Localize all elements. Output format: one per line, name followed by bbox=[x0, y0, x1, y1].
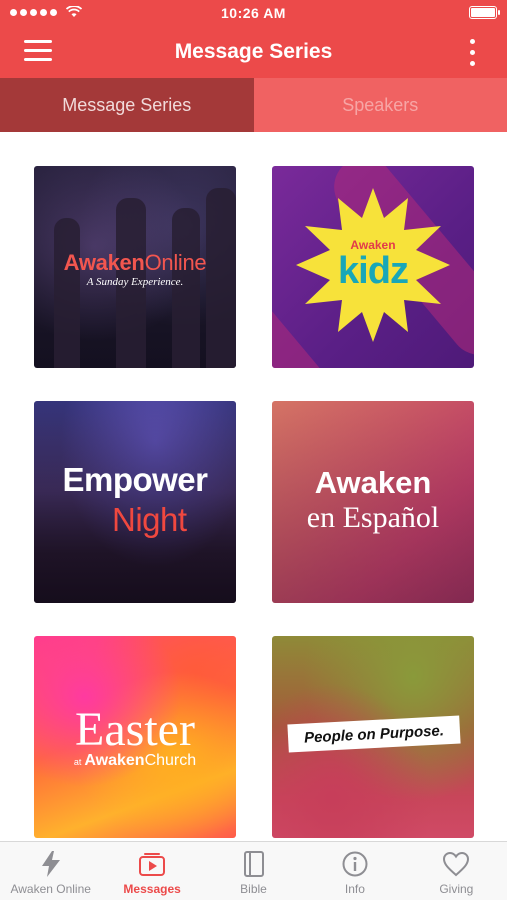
series-title: Easter bbox=[75, 703, 195, 756]
series-title-secondary: Night bbox=[112, 501, 187, 538]
nav-item-bible[interactable]: Bible bbox=[203, 842, 304, 900]
nav-label: Awaken Online bbox=[10, 882, 91, 896]
series-tile-awaken-espanol[interactable]: Awaken en Español bbox=[272, 401, 474, 603]
status-time: 10:26 AM bbox=[221, 5, 286, 21]
series-tile-empower-night[interactable]: Empower Night bbox=[34, 401, 236, 603]
series-title: Awaken bbox=[314, 465, 432, 500]
info-icon bbox=[342, 851, 368, 877]
heart-icon bbox=[443, 851, 470, 877]
more-options-icon[interactable] bbox=[467, 39, 477, 67]
nav-item-messages[interactable]: Messages bbox=[101, 842, 202, 900]
series-title-secondary: en Español bbox=[306, 501, 440, 534]
status-bar: 10:26 AM bbox=[0, 0, 507, 26]
play-video-icon bbox=[139, 853, 166, 876]
app-root: 10:26 AM Message Series Message Series S… bbox=[0, 0, 507, 900]
segment-tabs: Message Series Speakers bbox=[0, 78, 507, 132]
nav-item-info[interactable]: Info bbox=[304, 842, 405, 900]
battery-icon bbox=[469, 6, 500, 19]
series-title-secondary: kidz bbox=[338, 250, 409, 292]
bottom-tab-bar: Awaken Online Messages Bible Info Giving bbox=[0, 841, 507, 900]
nav-label: Info bbox=[344, 882, 365, 896]
lightning-icon bbox=[41, 851, 60, 877]
series-tile-easter[interactable]: Easter at AwakenChurch bbox=[34, 636, 236, 838]
nav-item-awaken-online[interactable]: Awaken Online bbox=[0, 842, 101, 900]
nav-label: Messages bbox=[123, 882, 181, 896]
book-icon bbox=[243, 851, 264, 877]
series-tile-people-on-purpose[interactable]: People on Purpose. bbox=[272, 636, 474, 838]
tab-message-series[interactable]: Message Series bbox=[0, 78, 254, 132]
series-subtitle: A Sunday Experience. bbox=[86, 276, 184, 288]
tab-speakers[interactable]: Speakers bbox=[253, 78, 507, 132]
series-title: Empower bbox=[62, 461, 208, 498]
nav-label: Giving bbox=[439, 882, 474, 896]
series-tile-awaken-online[interactable]: AwakenOnline A Sunday Experience. bbox=[34, 166, 236, 368]
nav-bar: Message Series bbox=[0, 30, 507, 76]
series-tile-awaken-kidz[interactable]: Awaken kidz bbox=[272, 166, 474, 368]
series-title: AwakenOnline bbox=[63, 250, 207, 275]
header-bar: 10:26 AM Message Series bbox=[0, 0, 507, 78]
series-subtitle: at AwakenChurch bbox=[73, 752, 197, 769]
nav-label: Bible bbox=[240, 882, 267, 896]
page-title: Message Series bbox=[174, 40, 333, 63]
nav-item-giving[interactable]: Giving bbox=[406, 842, 507, 900]
